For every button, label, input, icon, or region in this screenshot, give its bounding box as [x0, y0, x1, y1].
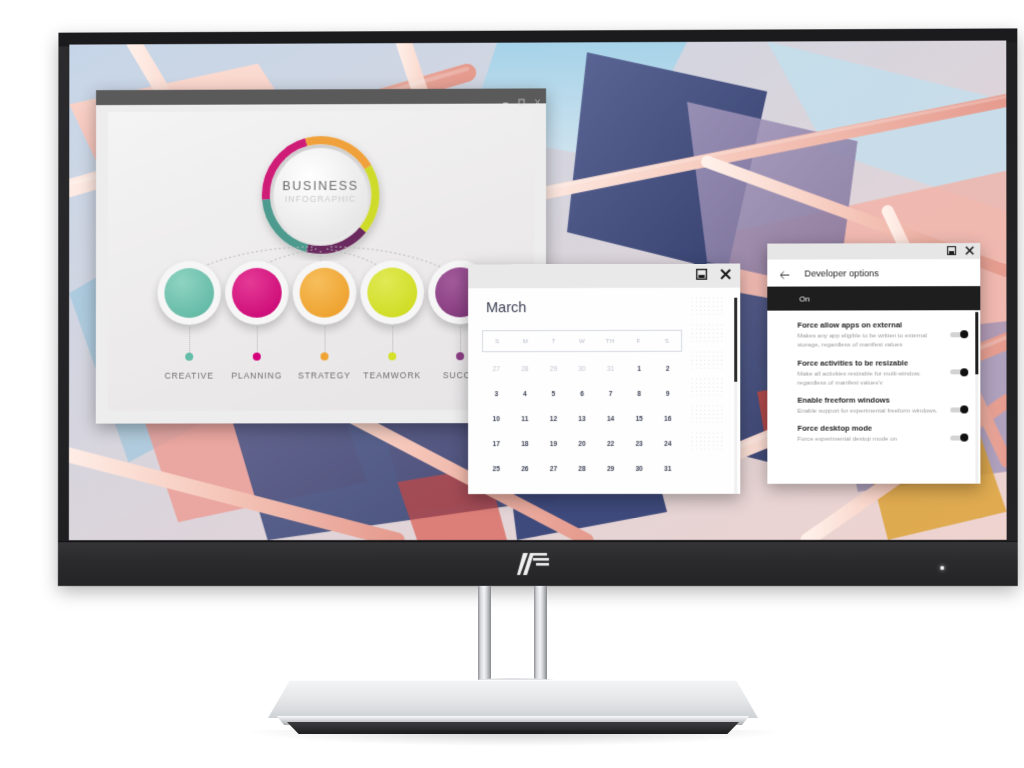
monitor-stand: [0, 0, 1024, 768]
floor-shadow: [250, 730, 780, 746]
screenshot-root: BUSINESS INFOGRAPHIC CREATIVE PLANNING S…: [0, 0, 1024, 768]
stand-pillar-left: [478, 586, 491, 692]
stand-base-top: [268, 680, 758, 718]
stand-pillar-right: [534, 586, 547, 692]
